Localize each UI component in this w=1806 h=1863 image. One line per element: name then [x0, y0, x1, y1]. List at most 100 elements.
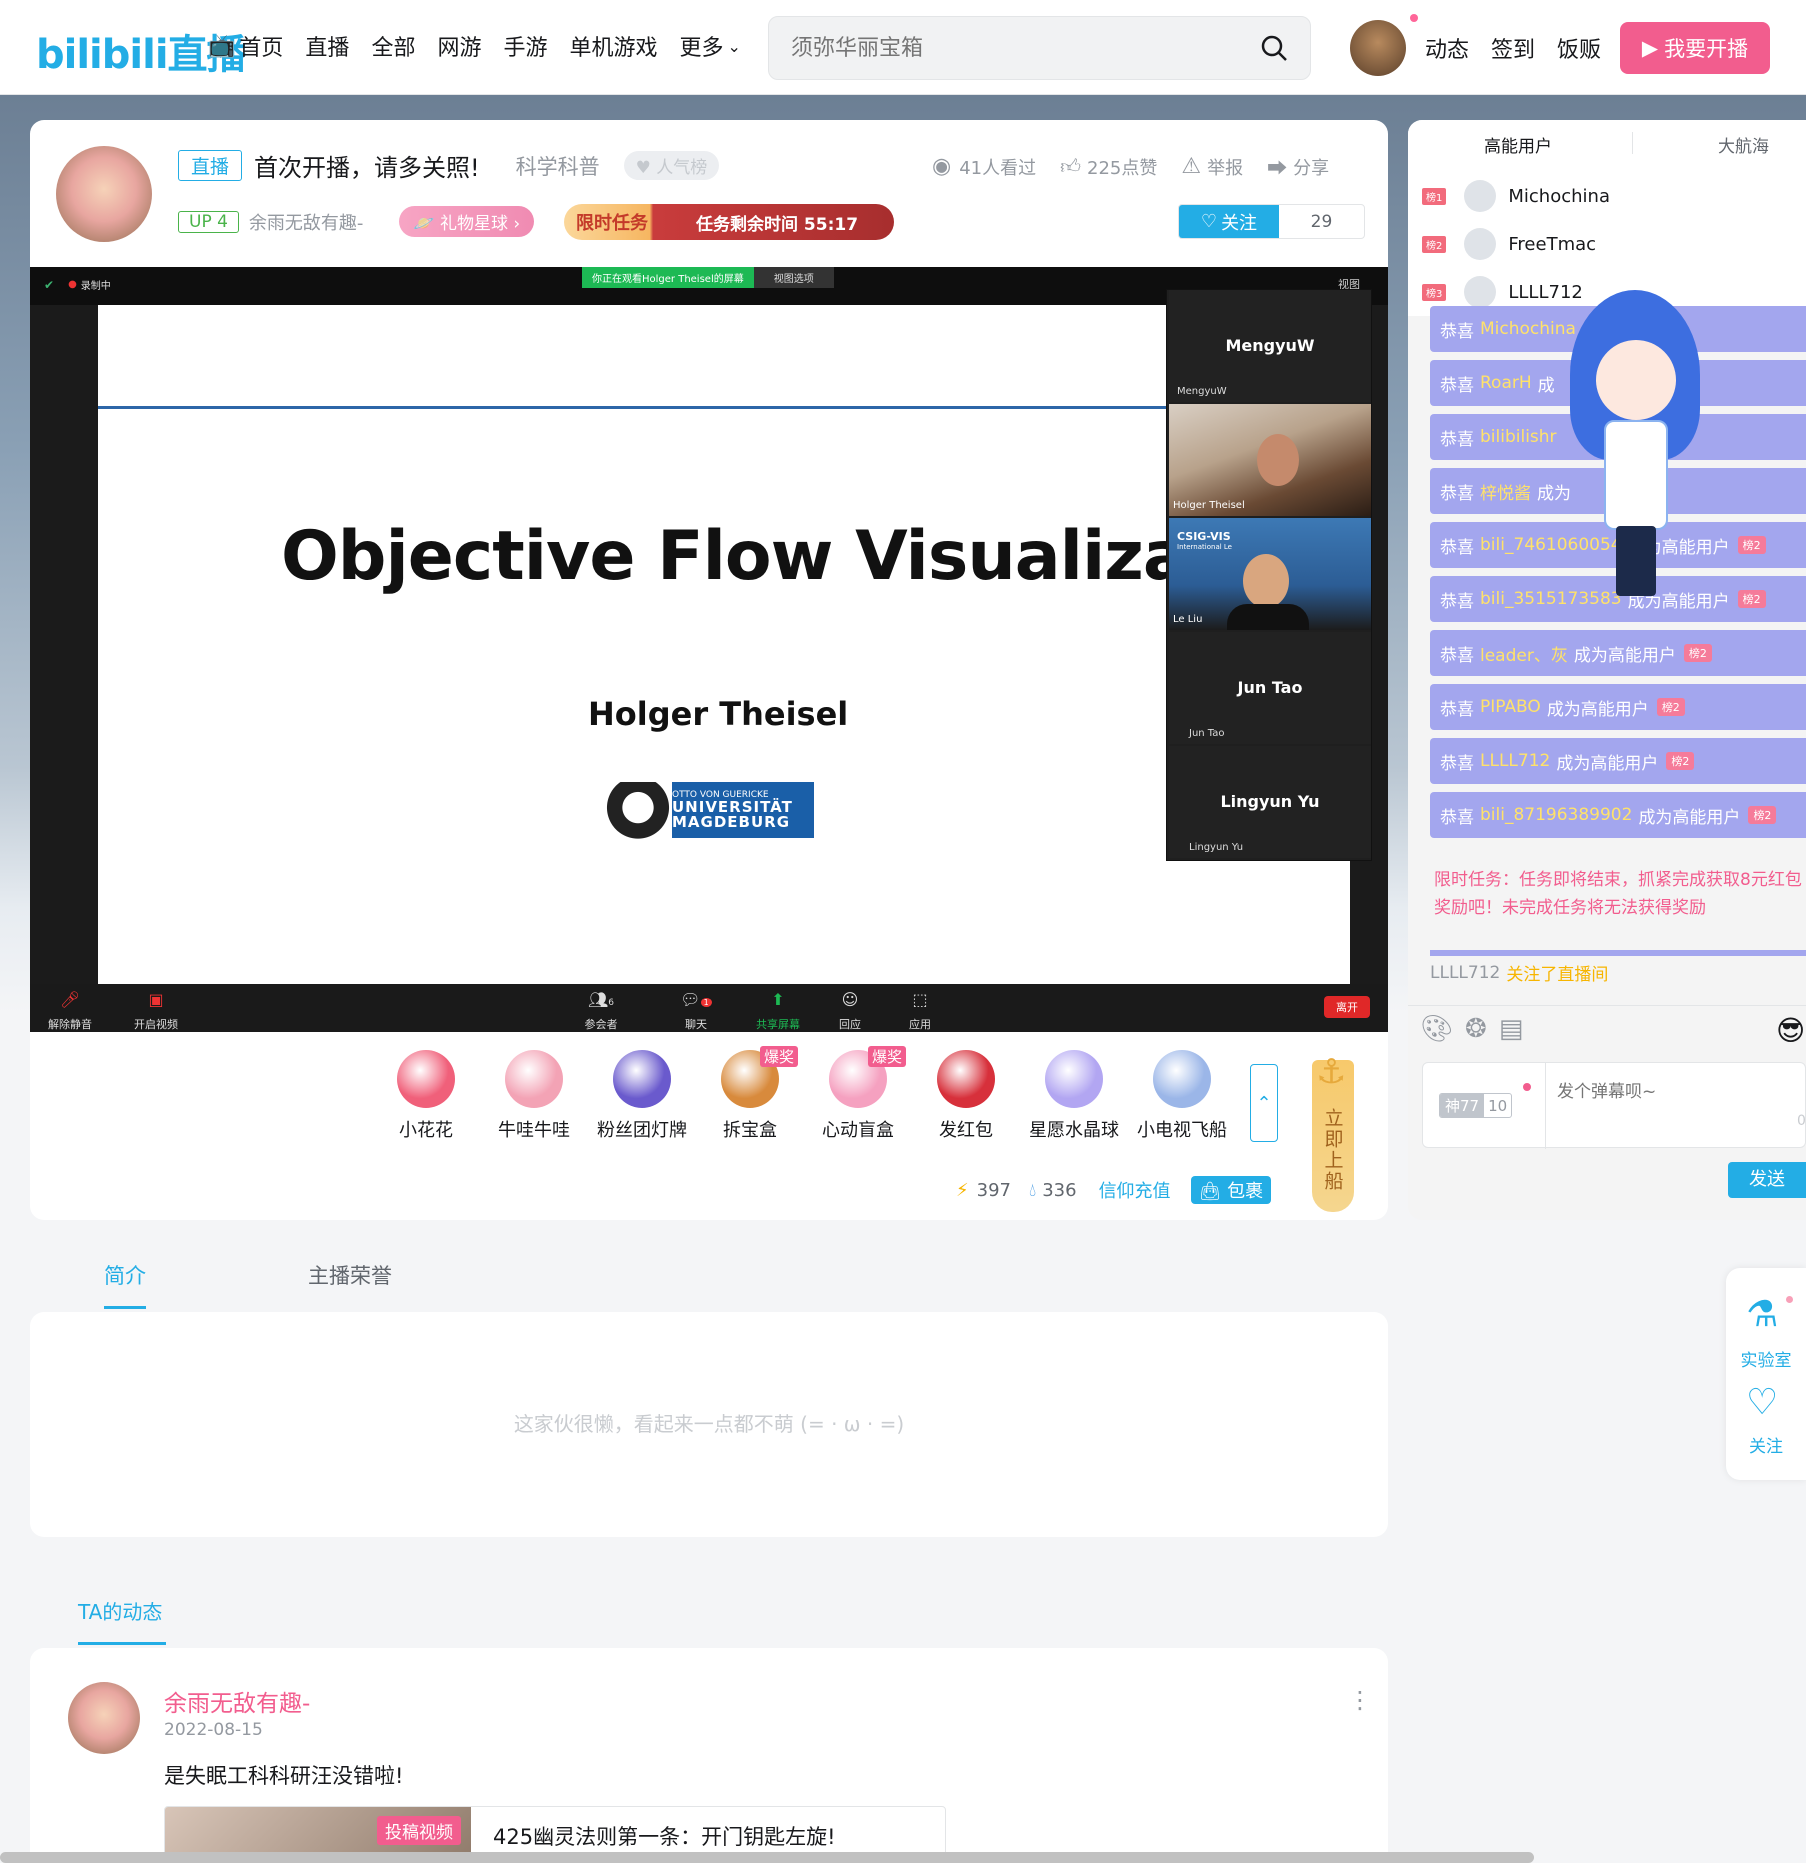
flask-icon[interactable]: ⚗ — [1746, 1294, 1778, 1335]
slide-author: Holger Theisel — [588, 695, 849, 733]
tab-honors[interactable]: 主播荣誉 — [308, 1260, 392, 1290]
view-options-button[interactable]: 视图选项 — [753, 267, 834, 288]
chat-message[interactable]: 恭喜 PIPABO 成为高能用户 榜2 — [1430, 684, 1806, 730]
send-button[interactable]: 发送 — [1728, 1162, 1806, 1198]
report-link[interactable]: 举报 — [1207, 154, 1243, 180]
nav-all[interactable]: 全部 — [371, 30, 415, 62]
tab-captains[interactable]: 大航海 — [1718, 132, 1769, 157]
chat-control[interactable]: 💬︎ 1 聊天 — [676, 990, 716, 1032]
chat-message[interactable]: 恭喜 leader、灰 成为高能用户 榜2 — [1430, 630, 1806, 676]
emoji-icon[interactable]: 😎 — [1776, 1014, 1805, 1047]
nav-live[interactable]: 直播 — [305, 30, 349, 62]
floating-side-widget: ⚗ 实验室 ♡ 关注 — [1726, 1268, 1806, 1480]
participants-control[interactable]: 👥︎6 参会者 — [576, 990, 626, 1032]
gift-item[interactable]: 小花花 — [372, 1050, 480, 1142]
chat-username[interactable]: LLLL712 — [1480, 751, 1550, 771]
gift-star-tag[interactable]: 🪐 礼物星球 › — [399, 206, 535, 237]
gift-item[interactable]: 星愿水晶球 — [1020, 1050, 1128, 1142]
chat-prefix: 恭喜 — [1440, 321, 1474, 342]
video-player[interactable]: ✔ ● 录制中 你正在观看Holger Theisel的屏幕 视图选项 视图 O… — [30, 267, 1388, 1032]
user-avatar[interactable] — [1350, 20, 1406, 76]
gift-item[interactable]: 爆奖 拆宝盒 — [696, 1046, 804, 1142]
participant-name: Lingyun Yu — [1220, 792, 1320, 811]
link-checkin[interactable]: 签到 — [1491, 32, 1535, 64]
chat-prefix: 恭喜 — [1440, 753, 1474, 774]
chat-username[interactable]: bilibilishr — [1480, 427, 1557, 447]
camera-off-icon: ▣ — [148, 990, 164, 1009]
link-dynamics[interactable]: 动态 — [1425, 32, 1469, 64]
gift-icon — [1045, 1050, 1103, 1108]
thumb-up-icon[interactable]: 👍︎ — [1060, 154, 1081, 179]
chat-message[interactable]: 恭喜 bili_87196389902 成为高能用户 榜2 — [1430, 792, 1806, 838]
nav-online-games[interactable]: 网游 — [437, 30, 481, 62]
start-live-label: 我要开播 — [1664, 37, 1749, 61]
chat-username[interactable]: RoarH — [1480, 373, 1532, 393]
participant-tile-juntao[interactable]: Jun Tao Jun Tao — [1169, 632, 1371, 744]
nav-mobile-games[interactable]: 手游 — [503, 30, 547, 62]
start-live-button[interactable]: ▶ 我要开播 — [1620, 22, 1770, 74]
danmaku-input[interactable] — [1557, 1077, 1797, 1137]
reactions-control[interactable]: ☺ 回应 — [830, 990, 870, 1032]
gift-item[interactable]: 粉丝团灯牌 — [588, 1050, 696, 1142]
tab-energy-users[interactable]: 高能用户 — [1484, 132, 1552, 157]
gift-scroll-up-button[interactable]: ⌃ — [1250, 1064, 1278, 1142]
rank-item[interactable]: 榜1 Michochina — [1422, 172, 1610, 220]
more-options-icon[interactable]: ⋮ — [1348, 1688, 1372, 1712]
chat-username[interactable]: PIPABO — [1480, 697, 1541, 717]
chat-username[interactable]: leader、灰 — [1480, 641, 1568, 666]
rank-item[interactable]: 榜2 FreeTmac — [1422, 220, 1610, 268]
chat-username[interactable]: bili_87196389902 — [1480, 805, 1632, 825]
leave-button[interactable]: 离开 — [1324, 996, 1370, 1018]
chat-prefix: 恭喜 — [1440, 807, 1474, 828]
streamer-name[interactable]: 余雨无敌有趣- — [249, 209, 364, 235]
gift-item[interactable]: 牛哇牛哇 — [480, 1050, 588, 1142]
warning-icon[interactable]: ⚠ — [1181, 154, 1201, 179]
unmute-control[interactable]: 🎤︎ 解除静音 — [46, 990, 94, 1032]
link-fanfan[interactable]: 饭贩 — [1557, 32, 1601, 64]
participant-tile-holger[interactable]: Holger Theisel — [1169, 404, 1371, 516]
gift-item[interactable]: 小电视飞船 — [1128, 1050, 1236, 1142]
apps-control[interactable]: ⬚ 应用 — [900, 990, 940, 1032]
limited-task-banner[interactable]: 限时任务 任务剩余时间 55:17 — [564, 204, 894, 240]
feed-section-title[interactable]: TA的动态 — [78, 1596, 162, 1625]
room-category[interactable]: 科学科普 — [516, 151, 600, 181]
heart-follow-icon[interactable]: ♡ — [1746, 1382, 1778, 1423]
gift-item[interactable]: 爆奖 心动盲盒 — [804, 1046, 912, 1142]
tab-intro[interactable]: 简介 — [104, 1260, 146, 1290]
chat-message[interactable]: 恭喜 LLLL712 成为高能用户 榜2 — [1430, 738, 1806, 784]
participant-tile-lingyun[interactable]: Lingyun Yu Lingyun Yu — [1169, 746, 1371, 858]
streamer-avatar[interactable] — [56, 146, 152, 242]
lab-label[interactable]: 实验室 — [1726, 1346, 1806, 1371]
participant-tile-mengyuw[interactable]: MengyuW MengyuW — [1169, 290, 1371, 402]
nav-standalone-games[interactable]: 单机游戏 — [569, 30, 657, 62]
gift-tool-icon[interactable]: ❂ — [1465, 1014, 1487, 1044]
nav-more[interactable]: 更多 — [680, 30, 724, 62]
nav-home[interactable]: 首页 — [239, 30, 283, 62]
chat-rank-badge: 榜2 — [1748, 806, 1777, 824]
image-tool-icon[interactable]: ▤ — [1499, 1014, 1524, 1044]
popularity-tag[interactable]: ♥ 人气榜 — [623, 151, 720, 180]
follow-button[interactable]: ♡ 关注 — [1179, 205, 1279, 238]
chat-username[interactable]: 梓悦酱 — [1480, 479, 1531, 504]
gift-item[interactable]: 发红包 — [912, 1050, 1020, 1142]
participant-tile-leliu[interactable]: CSIG-VIS International Le Le Liu — [1169, 518, 1371, 630]
share-screen-control[interactable]: ⬆ 共享屏幕 — [750, 990, 806, 1032]
side-follow-label[interactable]: 关注 — [1726, 1432, 1806, 1457]
palette-icon[interactable]: 🎨︎ — [1420, 1014, 1453, 1044]
fan-medal[interactable]: 神77 10 — [1439, 1093, 1513, 1118]
horizontal-scrollbar[interactable] — [0, 1852, 1534, 1863]
chat-rank-badge: 榜2 — [1666, 752, 1695, 770]
recharge-link[interactable]: 信仰充值 — [1099, 1177, 1171, 1203]
share-link[interactable]: 分享 — [1293, 154, 1329, 180]
gift-name: 小电视飞船 — [1137, 1120, 1227, 1141]
search-icon[interactable] — [1259, 33, 1289, 63]
board-ship-button[interactable]: ⚓ 立即上船 — [1312, 1052, 1354, 1212]
bag-button[interactable]: 👜︎ 包裹 — [1190, 1176, 1272, 1204]
feed-avatar[interactable] — [68, 1682, 140, 1754]
search-input[interactable] — [791, 31, 1231, 65]
follow-message-user[interactable]: LLLL712 — [1430, 963, 1500, 983]
share-icon[interactable]: ⮕ — [1267, 152, 1287, 181]
start-video-control[interactable]: ▣ 开启视频 — [128, 990, 184, 1032]
live2d-mascot[interactable] — [1560, 270, 1710, 600]
feed-author[interactable]: 余雨无敌有趣- — [164, 1684, 310, 1718]
